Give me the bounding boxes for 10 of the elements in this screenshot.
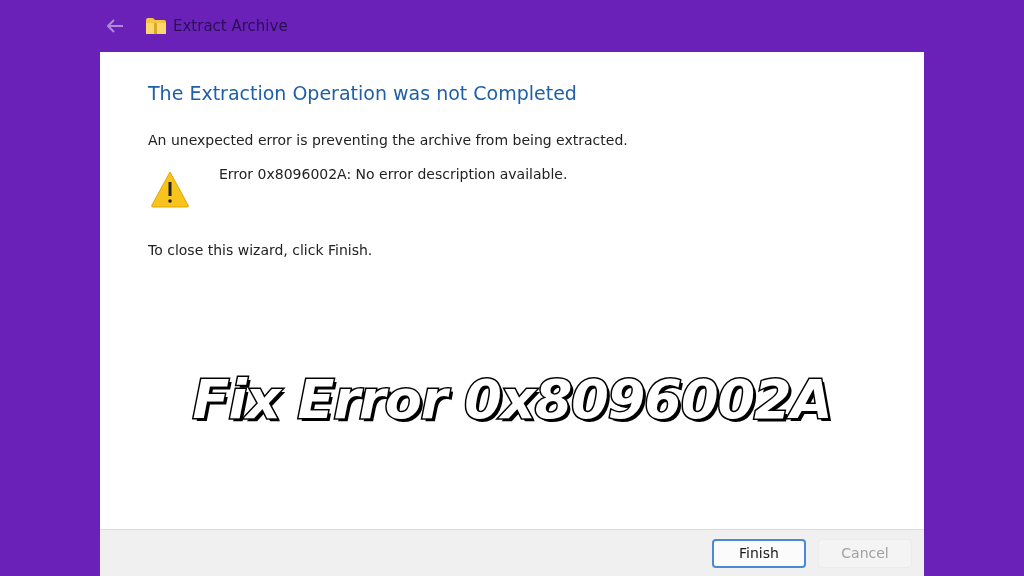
dialog-button[interactable]: Finish	[712, 538, 806, 568]
window-title: Extract Archive	[173, 17, 288, 35]
warning-icon	[150, 170, 190, 208]
folder-icon	[145, 17, 167, 35]
error-code-text: Error 0x8096002A: No error description available.	[219, 166, 568, 182]
overlay-caption: Fix Error 0x8096002A	[192, 368, 832, 431]
back-arrow-icon[interactable]	[106, 19, 124, 33]
instruction-text: To close this wizard, click Finish.	[148, 242, 374, 258]
error-message: An unexpected error is preventing the archive from being extracted.	[148, 132, 629, 148]
dialog-heading: The Extraction Operation was not Completed	[148, 82, 578, 104]
